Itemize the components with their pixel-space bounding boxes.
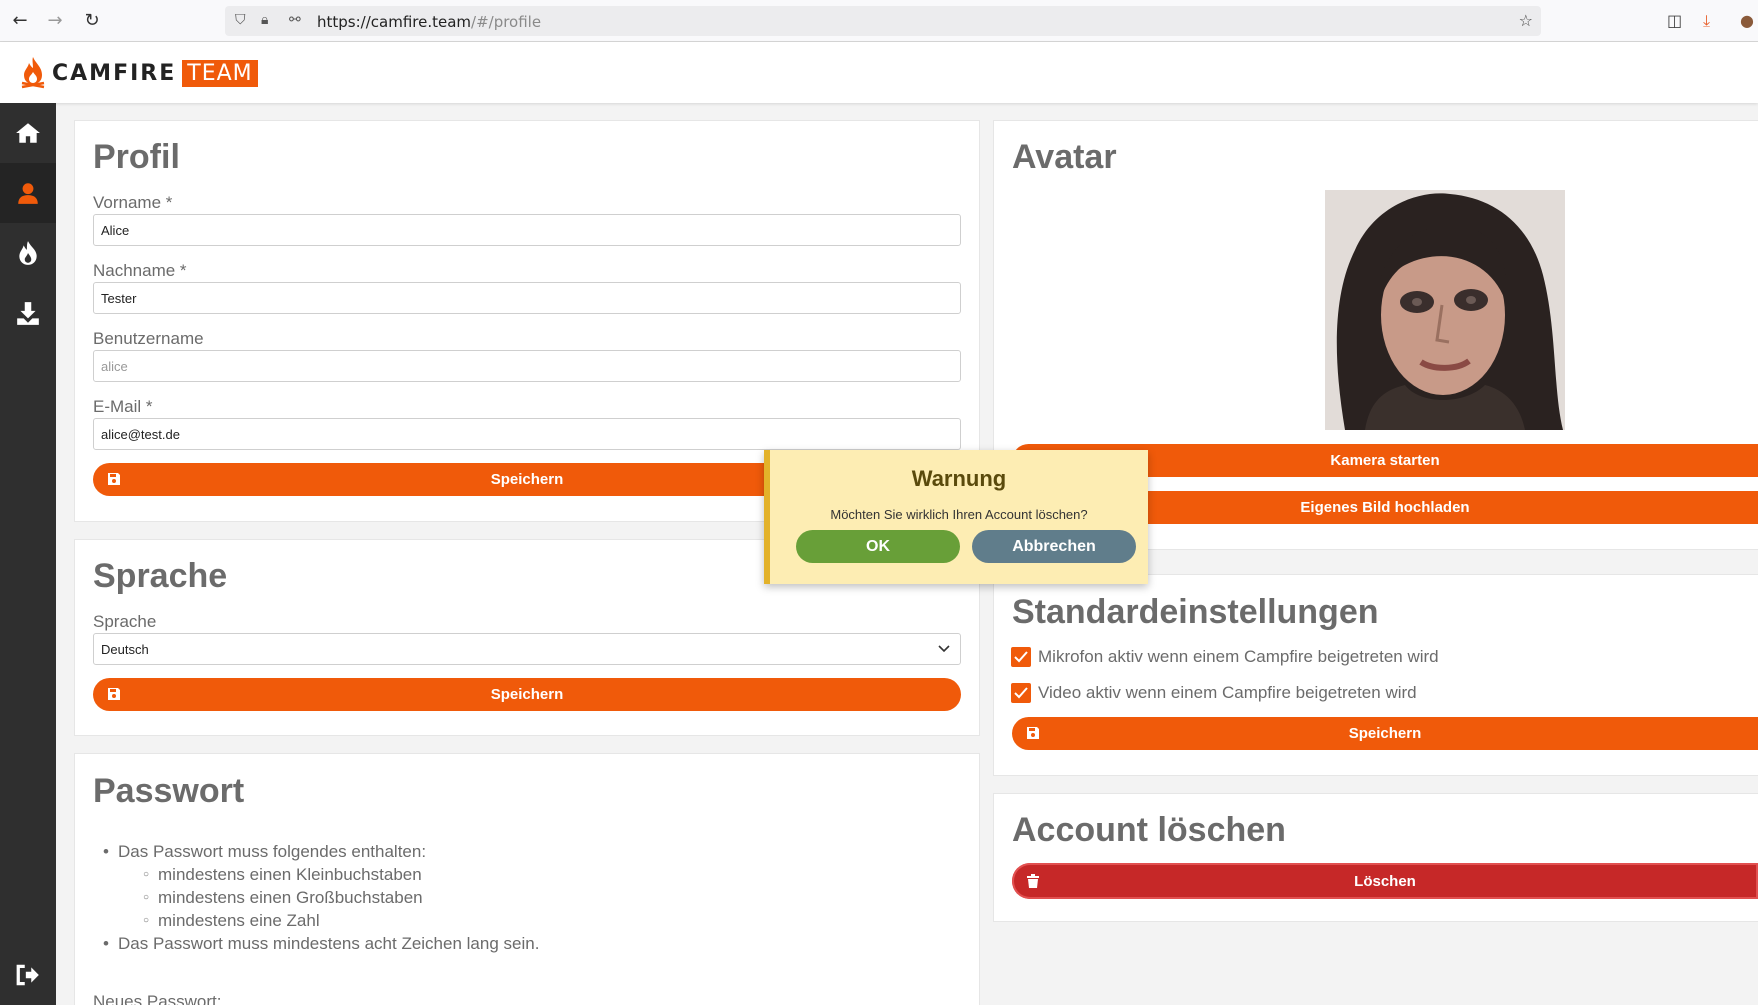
checkmark-icon — [1014, 687, 1028, 699]
logo-wordmark: CAMFIRE — [52, 60, 177, 86]
warning-dialog: Warnung Möchten Sie wirklich Ihren Accou… — [764, 450, 1148, 584]
list-item: ○ mindestens einen Kleinbuchstaben — [143, 865, 422, 884]
sidebar-item-logout[interactable] — [0, 945, 56, 1005]
shield-icon[interactable]: ⛉ — [235, 12, 246, 28]
download-icon — [17, 302, 39, 325]
lock-icon[interactable]: 🔒︎ — [261, 12, 268, 28]
dialog-cancel-button[interactable]: Abbrechen — [972, 530, 1136, 563]
user-icon — [18, 183, 38, 204]
flame-logo-icon — [21, 57, 45, 89]
mic-default-checkbox[interactable] — [1011, 647, 1031, 667]
delete-account-title: Account löschen — [1012, 811, 1286, 849]
avatar-portrait — [1325, 190, 1565, 430]
language-title: Sprache — [93, 557, 228, 595]
camera-start-label: Kamera starten — [1330, 452, 1440, 469]
pocket-icon[interactable]: ◫ — [1667, 11, 1682, 30]
sidebar-item-home[interactable] — [0, 103, 56, 163]
dialog-message: Möchten Sie wirklich Ihren Account lösch… — [830, 507, 1088, 522]
dialog-cancel-label: Abbrechen — [1012, 537, 1096, 555]
url-bar[interactable]: ⛉ 🔒︎ ⚯ https://camfire.team/#/profile ☆ — [225, 6, 1541, 36]
reload-icon[interactable]: ↻ — [81, 10, 103, 32]
forward-icon[interactable]: → — [44, 10, 66, 32]
email-input[interactable]: alice@test.de — [93, 418, 961, 450]
delete-account-button[interactable]: Löschen — [1012, 863, 1758, 899]
mic-default-checkbox-row[interactable]: Mikrofon aktiv wenn einem Campfire beige… — [1011, 647, 1439, 667]
video-default-checkbox-row[interactable]: Video aktiv wenn einem Campfire beigetre… — [1011, 683, 1417, 703]
language-selected-value: Deutsch — [101, 642, 149, 657]
upload-image-label: Eigenes Bild hochladen — [1300, 499, 1470, 516]
sidebar-item-profile[interactable] — [0, 163, 56, 223]
video-default-checkbox[interactable] — [1011, 683, 1031, 703]
list-item: ○ mindestens eine Zahl — [143, 911, 320, 930]
save-icon — [108, 473, 120, 485]
url-text[interactable]: https://camfire.team/#/profile — [317, 13, 541, 31]
sidebar — [0, 103, 56, 1005]
chevron-down-icon — [938, 645, 950, 653]
avatar-title: Avatar — [1012, 138, 1117, 176]
permissions-icon[interactable]: ⚯ — [289, 12, 301, 28]
list-item: • Das Passwort muss folgendes enthalten: — [103, 842, 427, 861]
lastname-label: Nachname * — [93, 261, 187, 280]
logout-icon — [16, 964, 39, 986]
video-default-label: Video aktiv wenn einem Campfire beigetre… — [1038, 683, 1417, 702]
trash-icon — [1027, 874, 1039, 888]
list-item: ○ mindestens einen Großbuchstaben — [143, 888, 423, 907]
delete-account-label: Löschen — [1354, 872, 1416, 890]
username-input: alice — [93, 350, 961, 382]
checkmark-icon — [1014, 651, 1028, 663]
avatar-image — [1325, 190, 1565, 430]
defaults-save-button[interactable]: Speichern — [1012, 717, 1758, 750]
username-label: Benutzername — [93, 329, 204, 348]
save-icon — [1027, 727, 1039, 739]
dialog-title: Warnung — [911, 466, 1007, 491]
camfire-logo[interactable]: CAMFIRE TEAM — [20, 56, 258, 90]
browser-toolbar: ← → ↻ ⛉ 🔒︎ ⚯ https://camfire.team/#/prof… — [0, 0, 1758, 42]
firstname-input[interactable]: Alice — [93, 214, 961, 246]
new-password-label: Neues Passwort: — [93, 992, 222, 1005]
profile-title: Profil — [93, 138, 180, 176]
home-icon — [16, 123, 40, 143]
language-label: Sprache — [93, 612, 157, 631]
language-save-label: Speichern — [490, 686, 564, 703]
downloads-icon[interactable]: ⤓ — [1703, 11, 1710, 31]
password-title: Passwort — [93, 772, 245, 810]
firstname-label: Vorname * — [93, 193, 173, 212]
language-save-button[interactable]: Speichern — [93, 678, 961, 711]
save-icon — [108, 688, 120, 700]
sidebar-item-downloads[interactable] — [0, 283, 56, 343]
back-icon[interactable]: ← — [9, 10, 31, 32]
dialog-ok-label: OK — [866, 537, 890, 555]
sidebar-item-campfires[interactable] — [0, 223, 56, 283]
logo-team-badge: TEAM — [182, 59, 258, 87]
defaults-title: Standardeinstellungen — [1012, 593, 1379, 631]
email-label: E-Mail * — [93, 397, 153, 416]
dialog-ok-button[interactable]: OK — [796, 530, 960, 563]
password-rules-list: • Das Passwort muss folgendes enthalten: … — [103, 840, 540, 955]
lastname-input[interactable]: Tester — [93, 282, 961, 314]
app-header: CAMFIRE TEAM — [0, 42, 1758, 103]
list-item: • Das Passwort muss mindestens acht Zeich… — [103, 934, 540, 953]
fire-icon — [19, 241, 37, 265]
bookmark-star-icon[interactable]: ☆ — [1519, 11, 1533, 30]
mic-default-label: Mikrofon aktiv wenn einem Campfire beige… — [1038, 647, 1439, 666]
language-select[interactable]: Deutsch — [93, 633, 961, 665]
defaults-save-label: Speichern — [1348, 725, 1422, 742]
profile-avatar-icon[interactable]: ● — [1740, 11, 1754, 30]
profile-save-label: Speichern — [490, 471, 564, 488]
